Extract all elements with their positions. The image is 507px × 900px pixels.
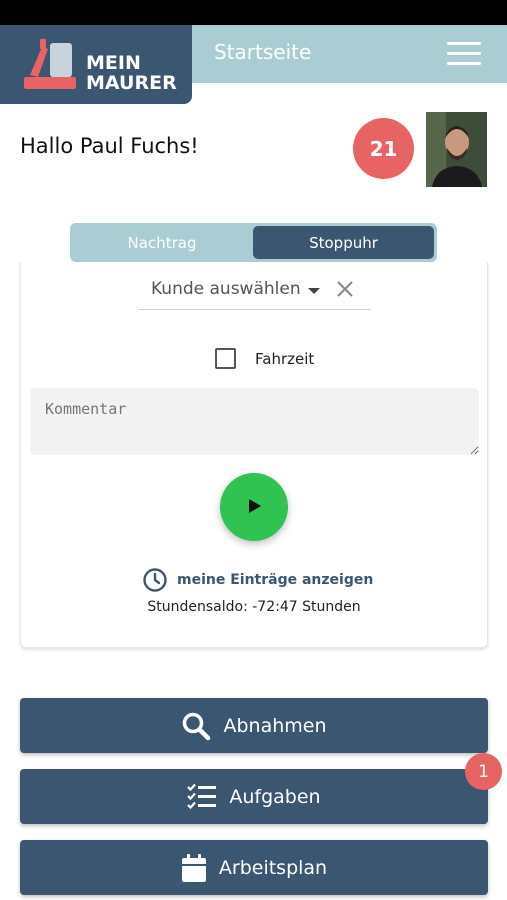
logo-line-2: MAURER xyxy=(86,72,177,94)
aufgaben-label: Aufgaben xyxy=(229,785,321,808)
aufgaben-button[interactable]: Aufgaben xyxy=(20,769,488,824)
tab-nachtrag[interactable]: Nachtrag xyxy=(73,226,251,259)
calendar-icon xyxy=(181,853,207,883)
show-entries-link[interactable]: meine Einträge anzeigen xyxy=(142,567,373,593)
travel-time-label: Fahrzeit xyxy=(255,350,315,368)
clock-icon xyxy=(143,568,167,592)
abnahmen-button[interactable]: Abnahmen xyxy=(20,698,488,753)
checklist-icon xyxy=(187,783,217,811)
play-button[interactable] xyxy=(220,473,288,541)
tab-stoppuhr[interactable]: Stoppuhr xyxy=(253,226,434,259)
customer-select-label: Kunde auswählen xyxy=(151,279,301,299)
play-icon xyxy=(249,499,261,513)
search-icon xyxy=(181,711,211,741)
avatar[interactable] xyxy=(426,112,487,187)
trowel-logo-icon xyxy=(24,39,76,89)
hours-balance: Stundensaldo: -72:47 Stunden xyxy=(147,599,361,615)
page-title: Startseite xyxy=(214,40,312,64)
arbeitsplan-button[interactable]: Arbeitsplan xyxy=(20,840,488,895)
mode-segment: Nachtrag Stoppuhr xyxy=(70,223,437,262)
travel-time-checkbox[interactable] xyxy=(215,348,236,369)
stopwatch-card: Kunde auswählen Fahrzeit meine Einträge … xyxy=(20,262,488,648)
status-bar xyxy=(0,0,507,25)
user-photo-icon xyxy=(426,112,487,187)
abnahmen-label: Abnahmen xyxy=(223,714,327,737)
chevron-down-icon xyxy=(308,288,320,294)
show-entries-label: meine Einträge anzeigen xyxy=(177,572,374,588)
hamburger-icon[interactable] xyxy=(447,42,481,66)
close-icon[interactable] xyxy=(336,280,354,298)
count-badge[interactable]: 21 xyxy=(353,118,414,179)
logo-text: MEIN MAURER xyxy=(86,53,177,93)
logo-line-1: MEIN xyxy=(86,52,141,74)
arbeitsplan-label: Arbeitsplan xyxy=(218,856,328,879)
app-logo[interactable]: MEIN MAURER xyxy=(0,25,192,104)
comment-field[interactable] xyxy=(30,388,479,455)
greeting-text: Hallo Paul Fuchs! xyxy=(20,134,199,158)
notification-badge: 1 xyxy=(465,753,502,790)
